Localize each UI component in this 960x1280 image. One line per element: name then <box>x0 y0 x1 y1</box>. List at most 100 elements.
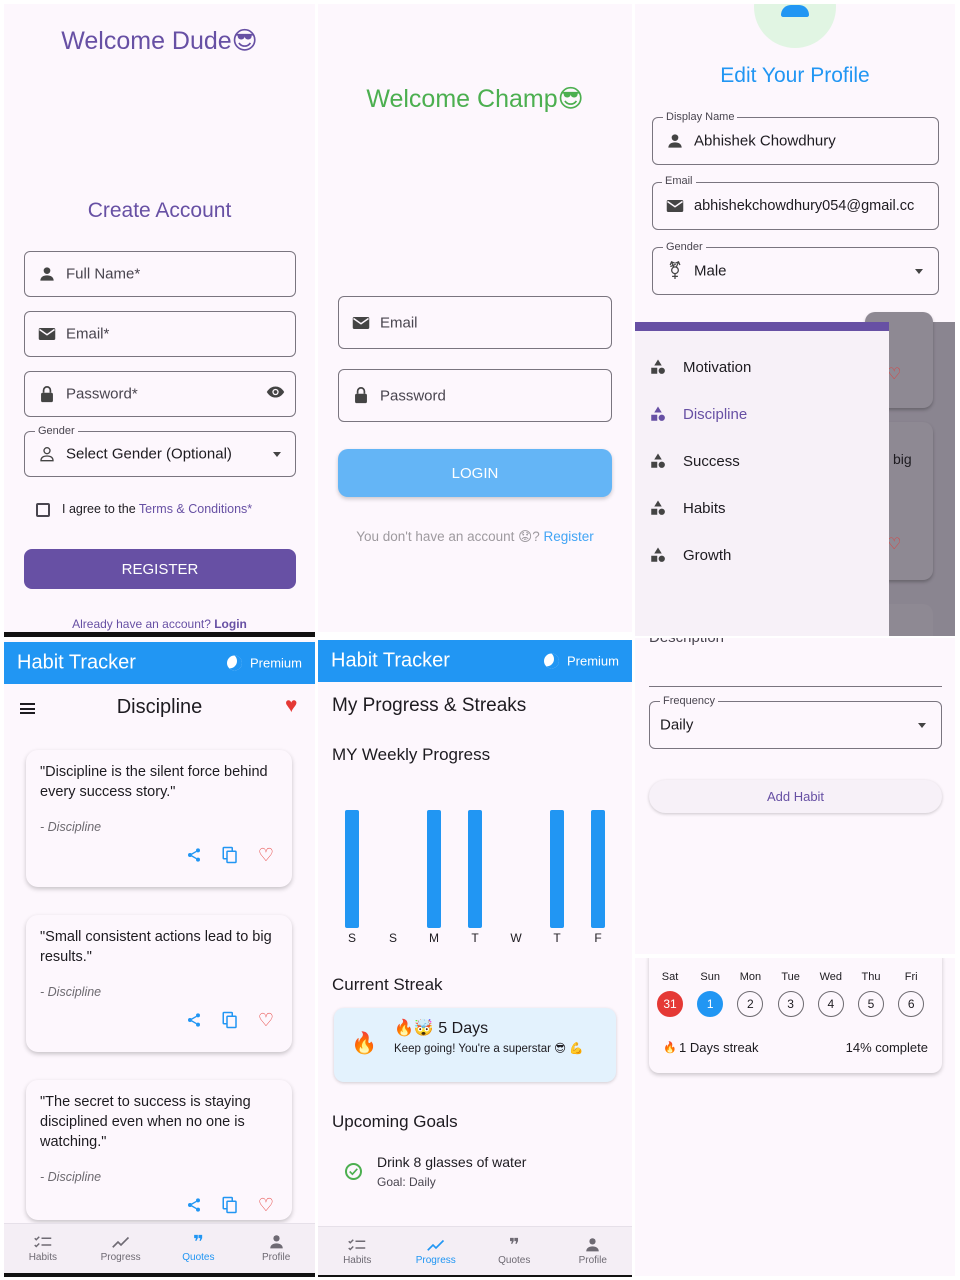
category-icon <box>651 547 665 562</box>
bar-label-6: F <box>594 931 601 945</box>
password-field[interactable]: Password* <box>24 371 296 417</box>
person-icon <box>37 264 57 284</box>
nav-profile[interactable]: Profile <box>237 1224 315 1273</box>
description-underline <box>649 686 942 687</box>
register-prompt: You don't have an account 😟? Register <box>318 529 632 545</box>
nav-habits[interactable]: Habits <box>318 1227 397 1276</box>
quote-card: "Discipline is the silent force behind e… <box>26 750 292 887</box>
eye-icon[interactable] <box>266 385 285 404</box>
share-icon[interactable] <box>186 1012 202 1028</box>
premium-button[interactable]: Premium <box>226 655 302 671</box>
frequency-select[interactable]: Frequency Daily <box>649 695 942 749</box>
terms-checkbox[interactable] <box>36 503 50 517</box>
lock-icon <box>351 386 371 406</box>
login-button[interactable]: LOGIN <box>338 449 612 497</box>
quote-text: "Small consistent actions lead to big re… <box>40 929 272 965</box>
share-icon[interactable] <box>186 847 202 863</box>
register-button[interactable]: REGISTER <box>24 549 296 589</box>
bar-label-4: W <box>510 931 522 945</box>
terms-link[interactable]: Terms & Conditions* <box>139 502 252 516</box>
quote-text: "The secret to success is staying discip… <box>40 1094 251 1150</box>
drawer-item-label: Growth <box>683 546 732 564</box>
nav-drawer: Motivation Discipline Success Habits Growth <box>635 322 889 636</box>
category-icon <box>651 359 665 374</box>
calendar-date[interactable]: 5 <box>858 991 884 1017</box>
nav-habits[interactable]: Habits <box>4 1224 82 1273</box>
nav-profile[interactable]: Profile <box>554 1227 633 1276</box>
bar-label-0: S <box>348 931 356 945</box>
profile-gender-value: Male <box>694 262 727 280</box>
mail-icon <box>665 196 685 216</box>
copy-icon[interactable] <box>221 1011 239 1029</box>
drawer-item-2[interactable]: Success <box>649 452 740 470</box>
bar-2 <box>427 810 441 928</box>
habit-calendar-screen: Sat 31 Sun 1 Mon 2 Tue 3 Wed 4 Thu 5 Fri 6 🔥 1 Days s… <box>635 958 955 1276</box>
streak-title: Current Streak <box>332 975 443 994</box>
calendar-date[interactable]: 1 <box>697 991 724 1017</box>
add-habit-label: Add Habit <box>766 789 825 804</box>
register-link[interactable]: Register <box>544 529 594 544</box>
profile-title: Edit Your Profile <box>720 64 870 87</box>
dropdown-arrow-icon <box>918 723 926 728</box>
mail-icon <box>351 313 371 333</box>
full-name-field[interactable]: Full Name* <box>24 251 296 297</box>
email-field[interactable]: Email* <box>24 311 296 357</box>
calendar-date[interactable]: 3 <box>777 991 804 1017</box>
description-label-partial: Description <box>649 638 724 646</box>
profile-screen: Edit Your Profile Display Name Abhishek … <box>635 4 955 636</box>
nav-quotes[interactable]: ❞ Quotes <box>160 1224 238 1273</box>
bar-label-1: S <box>389 931 397 945</box>
profile-email-legend-fix: Email <box>662 175 696 187</box>
gender-select[interactable]: Gender Select Gender (Optional) <box>24 425 296 477</box>
streak-message: Keep going! You're a superstar 😎 💪 <box>394 1043 584 1055</box>
weekly-progress-chart: SSMTWTF <box>345 810 605 945</box>
login-email-placeholder: Email <box>380 314 418 331</box>
trending-up-icon <box>426 1238 445 1252</box>
add-habit-screen: Description Frequency Daily Add Habit <box>635 638 955 954</box>
quote-card: "The secret to success is staying discip… <box>26 1080 292 1220</box>
quote-source: - Discipline <box>40 1170 102 1184</box>
calendar-date[interactable]: 2 <box>737 991 764 1017</box>
display-name-value: Abhishek Chowdhury <box>694 132 836 150</box>
calendar-day-label: Tue <box>781 971 800 983</box>
avatar[interactable] <box>754 4 836 48</box>
favorite-outline-icon[interactable]: ♡ <box>258 846 274 864</box>
drawer-item-4[interactable]: Growth <box>649 546 731 564</box>
nav-progress[interactable]: Progress <box>397 1227 476 1276</box>
terms-text: I agree to the Terms & Conditions* <box>62 502 252 516</box>
category-title: Discipline <box>116 696 203 718</box>
favorite-outline-icon[interactable]: ♡ <box>258 1011 274 1029</box>
profile-gender-select[interactable]: Gender ⚧ Male <box>652 241 939 295</box>
copy-icon[interactable] <box>221 1196 239 1214</box>
nav-quotes[interactable]: ❞ Quotes <box>475 1227 554 1276</box>
app-title: Habit Tracker <box>331 649 450 672</box>
login-screen: Welcome Champ😎 Email Password LOGIN You … <box>318 4 632 632</box>
premium-button[interactable]: Premium <box>543 653 619 669</box>
calendar-date[interactable]: 4 <box>817 991 844 1017</box>
calendar-date[interactable]: 31 <box>657 991 683 1017</box>
drawer-item-1[interactable]: Discipline <box>649 405 747 423</box>
login-email-field[interactable]: Email <box>338 296 612 349</box>
gender-value: Select Gender (Optional) <box>66 445 232 463</box>
trending-up-icon <box>111 1235 130 1249</box>
add-habit-button[interactable]: Add Habit <box>649 780 942 813</box>
drawer-item-3[interactable]: Habits <box>649 499 726 517</box>
streak-value-row: 🔥🤯 5 Days <box>394 1018 488 1038</box>
quote-actions: ♡ <box>186 1196 274 1214</box>
display-name-field[interactable]: Display Name Abhishek Chowdhury <box>652 111 939 165</box>
terms-prefix: I agree to the <box>62 502 139 516</box>
profile-email-field[interactable]: Email abhishekchowdhury054@gmail.cc <box>652 182 939 230</box>
nav-progress[interactable]: Progress <box>82 1224 160 1273</box>
favorite-heart-icon[interactable]: ♥ <box>285 694 297 718</box>
copy-icon[interactable] <box>221 846 239 864</box>
login-password-field[interactable]: Password <box>338 369 612 422</box>
share-icon[interactable] <box>186 1197 202 1213</box>
quote-source: - Discipline <box>40 820 102 834</box>
login-link[interactable]: Login <box>214 617 247 631</box>
drawer-item-0[interactable]: Motivation <box>649 358 751 376</box>
calendar-date[interactable]: 6 <box>898 991 925 1017</box>
favorite-outline-icon[interactable]: ♡ <box>258 1196 274 1214</box>
lock-icon <box>37 384 57 404</box>
goal-name: Drink 8 glasses of water <box>377 1154 527 1170</box>
bottom-nav: Habits Progress ❞ Quotes Profile <box>4 1223 315 1273</box>
